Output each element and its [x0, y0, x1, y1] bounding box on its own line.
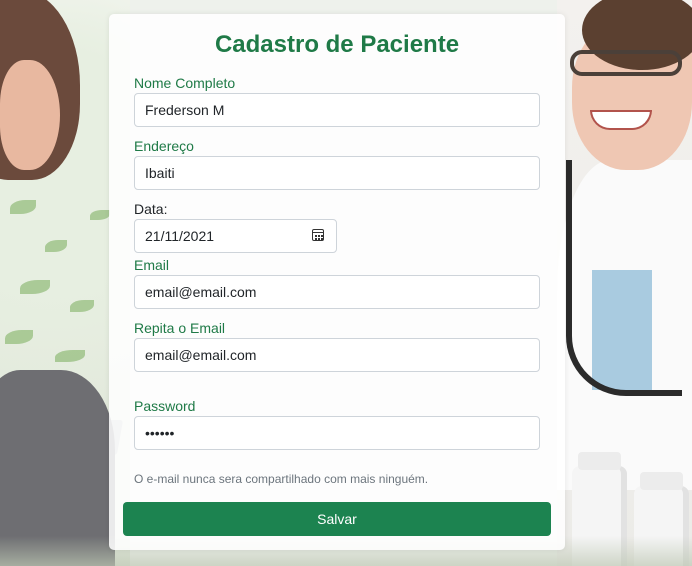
leaf — [10, 200, 36, 214]
stethoscope — [566, 160, 682, 396]
salvar-button[interactable]: Salvar — [123, 502, 551, 536]
nome-label: Nome Completo — [134, 75, 236, 91]
date-value: 21/11/2021 — [145, 228, 215, 244]
email-label: Email — [134, 257, 170, 273]
calendar-icon[interactable] — [312, 229, 324, 241]
nome-input[interactable]: Frederson M — [134, 93, 540, 127]
endereco-input[interactable]: Ibaiti — [134, 156, 540, 190]
repita-email-label: Repita o Email — [134, 320, 226, 336]
leaf — [5, 330, 33, 344]
password-label: Password — [134, 398, 196, 414]
patient-form-card: Cadastro de Paciente Nome Completo Frede… — [109, 14, 565, 550]
patient-face — [0, 60, 60, 170]
password-input[interactable]: •••••• — [134, 416, 540, 450]
endereco-label: Endereço — [134, 138, 194, 154]
leaf — [90, 210, 110, 220]
data-label: Data: — [134, 201, 168, 217]
repita-email-input[interactable]: email@email.com — [134, 338, 540, 372]
form-title: Cadastro de Paciente — [214, 31, 460, 58]
email-help-text: O e-mail nunca sera compartilhado com ma… — [134, 472, 429, 486]
date-input[interactable]: 21/11/2021 — [134, 219, 337, 253]
background-right-scene — [557, 0, 692, 566]
leaf — [20, 280, 50, 294]
leaf — [55, 350, 85, 362]
doctor-glasses — [570, 50, 682, 76]
leaf — [70, 300, 94, 312]
email-input[interactable]: email@email.com — [134, 275, 540, 309]
leaf — [45, 240, 67, 252]
